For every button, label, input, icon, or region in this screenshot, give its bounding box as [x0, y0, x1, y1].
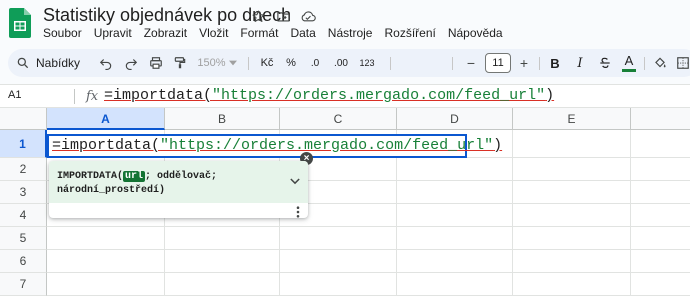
font-size-input[interactable]: 11: [485, 53, 511, 73]
row-header-6[interactable]: 6: [0, 250, 47, 273]
fill-color-button[interactable]: [651, 49, 669, 77]
formula-help-header[interactable]: IMPORTDATA(url; oddělovač; národní_prostř…: [49, 161, 308, 203]
menu-data[interactable]: Data: [284, 25, 321, 41]
italic-button[interactable]: I: [571, 49, 589, 77]
cloud-status-icon[interactable]: [300, 8, 316, 24]
fx-icon: fx: [86, 89, 99, 104]
increase-font-size-button[interactable]: +: [515, 49, 533, 77]
text-color-button[interactable]: A: [620, 49, 638, 77]
column-header-f[interactable]: [631, 108, 690, 130]
increase-decimal-label: .00: [334, 57, 348, 69]
active-cell-editor[interactable]: =importdata("https://orders.mergado.com/…: [47, 134, 502, 158]
menu-rozsireni[interactable]: Rozšíření: [378, 25, 441, 41]
row-header-3[interactable]: 3: [0, 181, 47, 204]
text-color-swatch: [622, 68, 636, 72]
currency-button[interactable]: Kč: [257, 49, 277, 77]
font-select[interactable]: [395, 49, 445, 77]
text-color-label: A: [624, 52, 634, 68]
select-all-corner[interactable]: [0, 108, 47, 130]
increase-decimal-button[interactable]: .00: [329, 49, 353, 77]
sheet-grid: A B C D E 1 2 3 4 5 6 7 =importdata("htt…: [0, 108, 690, 296]
print-button[interactable]: [146, 49, 166, 77]
editor-argument: "https://orders.mergado.com/feed_url": [160, 137, 494, 154]
column-header-a[interactable]: A: [47, 108, 165, 130]
row-header-7[interactable]: 7: [0, 273, 47, 296]
strikethrough-button[interactable]: [596, 49, 614, 77]
zoom-value: 150%: [197, 57, 226, 69]
search-menus-button[interactable]: Nabídky: [16, 49, 96, 77]
borders-icon: [677, 57, 689, 69]
expand-chevron-icon[interactable]: [290, 172, 300, 190]
print-icon: [150, 57, 162, 69]
editor-function: =importdata(: [52, 137, 161, 154]
redo-icon: [125, 59, 138, 70]
paint-bucket-icon: [655, 57, 666, 68]
signature-rest-1: ; oddělovač;: [145, 171, 218, 182]
undo-icon: [99, 59, 112, 70]
column-header-b[interactable]: B: [165, 108, 280, 130]
signature-current-arg: url: [123, 171, 146, 182]
row-header-1[interactable]: 1: [0, 130, 47, 158]
sheets-logo-icon[interactable]: [9, 8, 31, 38]
formula-bar: A1 fx =importdata("https://orders.mergad…: [0, 84, 690, 108]
undo-button[interactable]: [96, 49, 116, 77]
bold-button[interactable]: B: [546, 49, 564, 77]
zoom-select[interactable]: 150%: [196, 49, 238, 77]
search-menus-label: Nabídky: [36, 56, 81, 70]
menu-zobrazit[interactable]: Zobrazit: [138, 25, 193, 41]
menu-soubor[interactable]: Soubor: [37, 25, 88, 41]
menu-upravit[interactable]: Upravit: [88, 25, 138, 41]
signature-rest-2: národní_prostředí): [57, 185, 166, 196]
strikethrough-icon: [600, 57, 610, 68]
decrease-font-size-button[interactable]: −: [462, 49, 480, 77]
row-header-2[interactable]: 2: [0, 158, 47, 181]
decrease-decimal-label: .0: [310, 57, 320, 69]
row-header-4[interactable]: 4: [0, 204, 47, 227]
column-header-c[interactable]: C: [280, 108, 397, 130]
toolbar: Nabídky 150% Kč % .0 .00 123 − 11 + B I …: [8, 49, 690, 77]
name-box[interactable]: A1: [8, 89, 21, 101]
column-header-d[interactable]: D: [397, 108, 513, 130]
editor-close: ): [493, 137, 503, 154]
formula-function: =importdata(: [104, 87, 213, 104]
spreadsheet-window: Statistiky objednávek po dnech Soubor Up…: [0, 0, 690, 296]
chevron-down-icon: [228, 60, 237, 66]
formula-signature: IMPORTDATA(url; oddělovač; národní_prostř…: [57, 170, 287, 198]
move-folder-icon[interactable]: [275, 8, 291, 24]
row-header-5[interactable]: 5: [0, 227, 47, 250]
cell-editor-text: =importdata("https://orders.mergado.com/…: [52, 137, 502, 154]
paint-format-icon: [174, 57, 186, 69]
search-icon: [17, 57, 29, 69]
menu-napoveda[interactable]: Nápověda: [442, 25, 509, 41]
formula-help-popup: IMPORTDATA(url; oddělovač; národní_prostř…: [49, 161, 308, 218]
paint-format-button[interactable]: [170, 49, 190, 77]
percent-button[interactable]: %: [283, 49, 299, 77]
signature-fn: IMPORTDATA(: [57, 171, 124, 182]
star-icon[interactable]: [250, 8, 266, 24]
column-header-e[interactable]: E: [513, 108, 631, 130]
menu-bar: Soubor Upravit Zobrazit Vložit Formát Da…: [37, 25, 509, 41]
borders-button[interactable]: [674, 49, 690, 77]
formula-input[interactable]: =importdata("https://orders.mergado.com/…: [104, 87, 554, 104]
decrease-decimal-button[interactable]: .0: [304, 49, 326, 77]
more-options-icon[interactable]: [296, 205, 300, 218]
menu-nastroje[interactable]: Nástroje: [322, 25, 379, 41]
redo-button[interactable]: [121, 49, 141, 77]
formula-close: ): [545, 87, 555, 104]
menu-format[interactable]: Formát: [234, 25, 284, 41]
number-format-button[interactable]: 123: [357, 49, 377, 77]
formula-argument: "https://orders.mergado.com/feed_url": [212, 87, 546, 104]
menu-vlozit[interactable]: Vložit: [193, 25, 234, 41]
